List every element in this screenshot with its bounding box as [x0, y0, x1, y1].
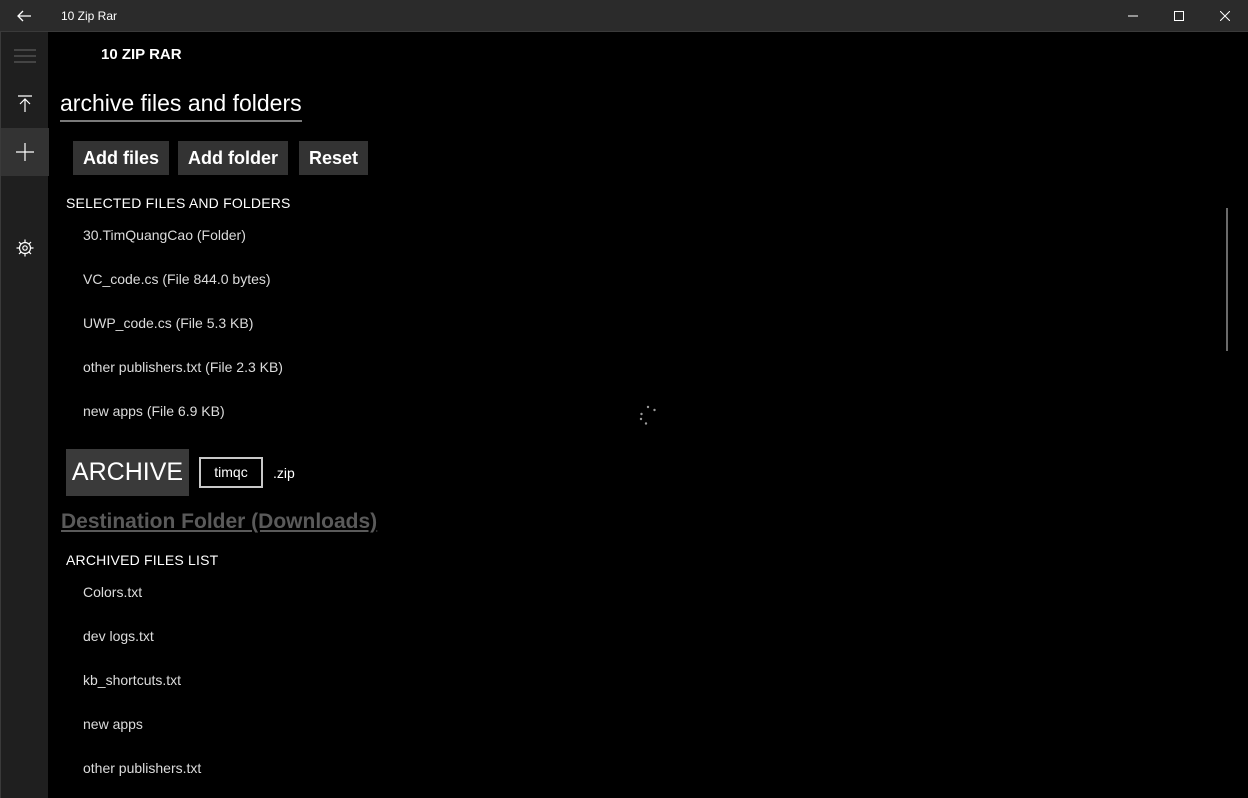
maximize-button[interactable] — [1156, 0, 1202, 32]
nav-archive[interactable] — [1, 128, 49, 176]
maximize-icon — [1174, 11, 1184, 21]
hamburger-icon — [14, 49, 36, 63]
extract-icon — [18, 95, 32, 112]
selected-list-item[interactable]: UWP_code.cs (File 5.3 KB) — [83, 315, 253, 331]
reset-button[interactable]: Reset — [299, 141, 369, 175]
nav-sidebar — [0, 32, 49, 798]
page-heading: archive files and folders — [60, 90, 302, 122]
archived-list-item[interactable]: dev logs.txt — [83, 628, 154, 644]
plus-icon — [16, 143, 34, 161]
back-arrow-icon — [17, 10, 31, 22]
archive-name-input[interactable]: timqc — [199, 457, 263, 488]
nav-extract[interactable] — [1, 80, 49, 128]
gear-icon — [16, 239, 34, 257]
back-button[interactable] — [0, 0, 48, 32]
archived-list-item[interactable]: other publishers.txt — [83, 760, 201, 776]
selected-list-item[interactable]: other publishers.txt (File 2.3 KB) — [83, 359, 283, 375]
selected-list-item[interactable]: new apps (File 6.9 KB) — [83, 403, 225, 419]
minimize-button[interactable] — [1110, 0, 1156, 32]
destination-folder-link[interactable]: Destination Folder (Downloads) — [61, 510, 377, 534]
archived-list-item[interactable]: kb_shortcuts.txt — [83, 672, 181, 688]
selected-list-item[interactable]: VC_code.cs (File 844.0 bytes) — [83, 271, 271, 287]
main-content: 10 ZIP RAR archive files and folders Add… — [48, 32, 1248, 798]
minimize-icon — [1128, 15, 1138, 17]
add-folder-button[interactable]: Add folder — [178, 141, 288, 175]
title-bar: 10 Zip Rar — [0, 0, 1248, 32]
archive-button[interactable]: ARCHIVE — [66, 449, 189, 496]
archive-extension-label: .zip — [273, 465, 295, 481]
close-icon — [1220, 11, 1230, 21]
close-button[interactable] — [1202, 0, 1248, 32]
nav-settings[interactable] — [1, 224, 49, 272]
window-title: 10 Zip Rar — [61, 9, 118, 23]
add-files-button[interactable]: Add files — [73, 141, 170, 175]
archived-files-header: ARCHIVED FILES LIST — [66, 552, 219, 568]
loading-spinner-icon — [639, 405, 656, 425]
archived-list-item[interactable]: Colors.txt — [83, 584, 142, 600]
hamburger-menu-button[interactable] — [1, 32, 49, 80]
selected-files-header: SELECTED FILES AND FOLDERS — [66, 195, 291, 211]
selected-list-item[interactable]: 30.TimQuangCao (Folder) — [83, 227, 246, 243]
archived-list-item[interactable]: new apps — [83, 716, 143, 732]
vertical-scrollbar[interactable] — [1226, 208, 1228, 351]
app-title: 10 ZIP RAR — [101, 46, 182, 63]
